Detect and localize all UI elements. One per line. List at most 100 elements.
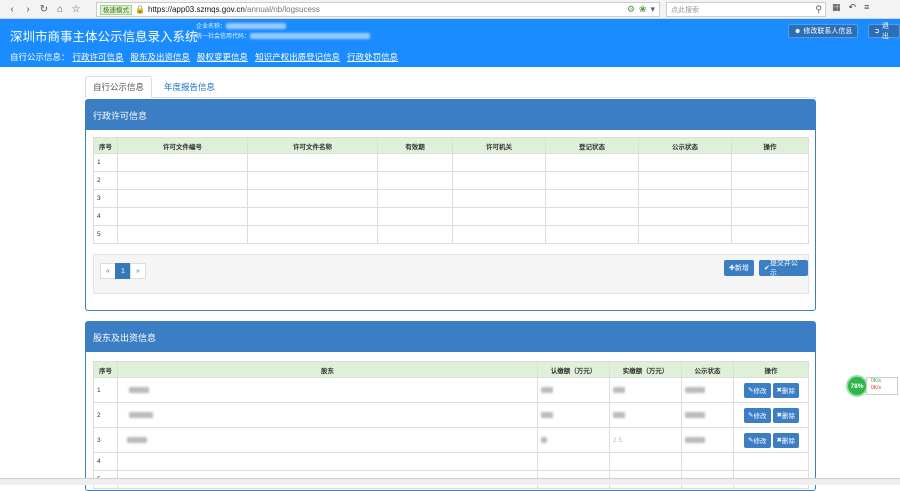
edit-label: 修改 <box>753 438 767 445</box>
fast-mode-tag[interactable]: 极速模式 <box>100 4 132 15</box>
col-public-status: 公示状态 <box>638 137 732 154</box>
license-table: 序号 许可文件编号 许可文件名称 有效期 许可机关 登记状态 公示状态 操作 1… <box>93 137 809 244</box>
leaf-icon[interactable]: ❀ <box>639 4 647 15</box>
col-authority: 许可机关 <box>452 137 546 154</box>
submit-label: 提交并公示 <box>769 260 798 277</box>
download-speed: 0K/s <box>871 385 882 391</box>
upload-speed: 0K/s <box>871 378 882 384</box>
license-panel-title: 行政许可信息 <box>86 100 815 130</box>
system-title: 深圳市商事主体公示信息录入系统 <box>10 30 198 44</box>
add-license-button[interactable]: ✚ 新增 <box>724 260 754 276</box>
delete-button[interactable]: ✖ 删除 <box>772 382 799 398</box>
net-speed: 0K/s 0K/s <box>866 377 898 395</box>
home-icon[interactable]: ⌂ <box>52 1 68 17</box>
url-path: /annual/nb/logsucess <box>244 5 320 14</box>
delete-label: 删除 <box>781 438 795 445</box>
delete-button[interactable]: ✖ 删除 <box>772 432 799 448</box>
delete-label: 删除 <box>781 413 795 420</box>
star-icon[interactable]: ☆ <box>68 1 84 17</box>
license-panel: 行政许可信息 序号 许可文件编号 许可文件名称 有效期 许可机关 登记状态 公示… <box>85 99 816 311</box>
edit-contact-label: 修改联系人信息 <box>803 28 853 35</box>
back-icon[interactable]: ‹ <box>4 1 20 17</box>
app-header: 深圳市商事主体公示信息录入系统 企业名称： 统一社会信用代码： ☻ 修改联系人信息… <box>0 19 900 47</box>
browser-statusbar <box>0 478 900 485</box>
edit-label: 修改 <box>753 413 767 420</box>
table-row: 2 ✎ 修改 ✖ 删除 <box>93 402 809 428</box>
logout-icon: ➲ <box>874 28 880 35</box>
col-license-no: 许可文件编号 <box>117 137 248 154</box>
redacted-value <box>541 411 553 418</box>
table-row: 4 <box>93 207 809 226</box>
undo-icon[interactable]: ↶ <box>849 2 857 13</box>
col-actions: 操作 <box>731 137 809 154</box>
col-validity: 有效期 <box>377 137 453 154</box>
submit-publish-button[interactable]: ✔ 提交并公示 <box>759 260 808 277</box>
grid-icon[interactable]: ▦ <box>832 2 841 13</box>
redacted-shareholder <box>129 411 153 418</box>
enterprise-name-label: 企业名称： <box>196 24 227 30</box>
subnav-label: 自行公示信息： <box>10 52 70 62</box>
browser-search-input[interactable]: 点此搜索 ⚲ <box>666 2 826 17</box>
col-reg-status: 登记状态 <box>545 137 639 154</box>
tab-self-disclosure[interactable]: 自行公示信息 <box>85 76 153 98</box>
col-paid: 实缴额（万元） <box>609 361 682 378</box>
row-index: 2 <box>93 402 118 428</box>
tab-annual-report[interactable]: 年度报告信息 <box>157 76 222 98</box>
col-subscribed: 认缴额（万元） <box>537 361 610 378</box>
delete-button[interactable]: ✖ 删除 <box>772 407 799 423</box>
nav-license[interactable]: 行政许可信息 <box>73 51 124 63</box>
logout-label: 退出 <box>881 23 889 40</box>
col-actions: 操作 <box>733 361 809 378</box>
redacted-shareholder <box>127 436 147 443</box>
page-prev[interactable]: « <box>100 263 116 279</box>
col-license-name: 许可文件名称 <box>247 137 378 154</box>
menu-icon[interactable]: ≡ <box>864 2 869 13</box>
license-footer: « 1 » ✚ 新增 ✔ 提交并公示 <box>93 254 809 294</box>
speed-widget[interactable]: 78% 0K/s 0K/s <box>846 375 900 399</box>
row-index: 5 <box>93 225 118 244</box>
nav-shareholder[interactable]: 股东及出资信息 <box>131 51 191 63</box>
row-index: 2 <box>93 171 118 190</box>
nav-equity-change[interactable]: 股权变更信息 <box>197 51 248 63</box>
edit-button[interactable]: ✎ 修改 <box>744 432 771 448</box>
settings-icon[interactable]: ⚙ <box>627 4 635 15</box>
browser-tools: ▦ ↶ ≡ <box>832 2 869 13</box>
speed-percent[interactable]: 78% <box>846 375 868 397</box>
col-shareholder: 股东 <box>117 361 538 378</box>
search-icon[interactable]: ⚲ <box>815 4 822 15</box>
table-row: 3 <box>93 189 809 208</box>
redacted-value <box>541 436 547 443</box>
redacted-status <box>685 436 705 443</box>
redacted-status <box>685 386 705 393</box>
nav-penalty[interactable]: 行政处罚信息 <box>347 51 398 63</box>
page-next[interactable]: » <box>130 263 146 279</box>
url-host: https://app03.szmqs.gov.cn <box>147 5 245 14</box>
dropdown-icon[interactable]: ▾ <box>650 4 655 15</box>
row-index: 1 <box>93 377 118 403</box>
logout-button[interactable]: ➲ 退出 <box>868 23 900 40</box>
table-row: 1 <box>93 153 809 172</box>
redacted-status <box>685 411 705 418</box>
edit-button[interactable]: ✎ 修改 <box>744 407 771 423</box>
redacted-shareholder <box>129 386 149 393</box>
address-bar[interactable]: 极速模式 🔒 https://app03.szmqs.gov.cn/annual… <box>96 2 660 17</box>
nav-ip-pledge[interactable]: 知识产权出质登记信息 <box>255 51 340 63</box>
paid-value: 2.5 <box>613 436 623 444</box>
table-row: 5 <box>93 225 809 244</box>
col-index: 序号 <box>93 137 118 154</box>
row-index: 4 <box>93 207 118 226</box>
enterprise-info: 企业名称： 统一社会信用代码： <box>196 22 371 42</box>
redacted-value <box>541 386 553 393</box>
col-public-status: 公示状态 <box>681 361 734 378</box>
redacted-name <box>226 23 287 30</box>
redacted-code <box>250 33 371 40</box>
forward-icon[interactable]: › <box>20 1 36 17</box>
page-current[interactable]: 1 <box>115 263 131 279</box>
self-disclosure-nav: 自行公示信息： 行政许可信息 股东及出资信息 股权变更信息 知识产权出质登记信息… <box>0 47 900 67</box>
refresh-icon[interactable]: ↻ <box>36 1 52 17</box>
row-index: 3 <box>93 427 118 453</box>
edit-button[interactable]: ✎ 修改 <box>744 382 771 398</box>
redacted-value <box>613 386 625 393</box>
edit-contact-button[interactable]: ☻ 修改联系人信息 <box>788 24 859 38</box>
shareholder-panel-title: 股东及出资信息 <box>86 322 815 352</box>
